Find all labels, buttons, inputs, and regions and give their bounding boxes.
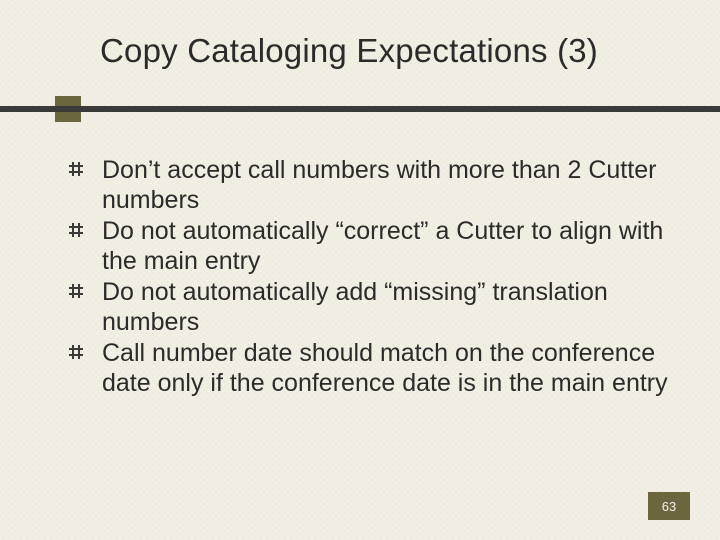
slide-title: Copy Cataloging Expectations (3) [100,32,700,70]
bullet-text: Call number date should match on the con… [102,339,668,397]
list-item: Do not automatically “correct” a Cutter … [68,217,680,276]
bullet-text: Don’t accept call numbers with more than… [102,156,656,214]
slide-body: Don’t accept call numbers with more than… [68,156,680,400]
hash-bullet-icon [68,344,84,360]
hash-bullet-icon [68,222,84,238]
page-number-badge: 63 [648,492,690,520]
list-item: Do not automatically add “missing” trans… [68,278,680,337]
list-item: Call number date should match on the con… [68,339,680,398]
hash-bullet-icon [68,161,84,177]
bullet-text: Do not automatically “correct” a Cutter … [102,217,663,275]
title-divider-line [0,106,720,112]
bullet-text: Do not automatically add “missing” trans… [102,278,608,336]
hash-bullet-icon [68,283,84,299]
page-number: 63 [662,499,676,514]
list-item: Don’t accept call numbers with more than… [68,156,680,215]
bullet-list: Don’t accept call numbers with more than… [68,156,680,398]
